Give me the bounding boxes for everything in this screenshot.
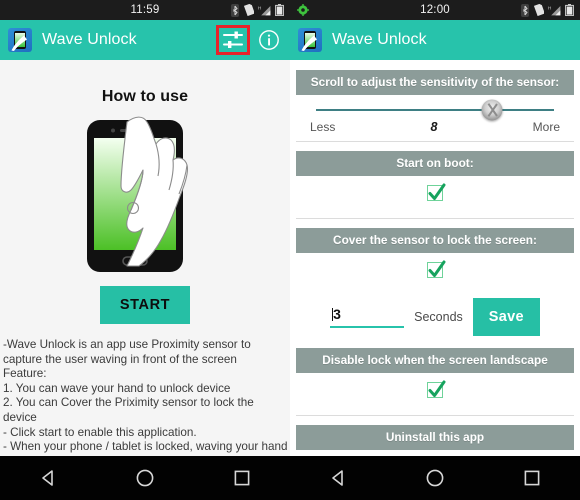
description-line: device bbox=[3, 410, 37, 424]
start-button-wrapper: START bbox=[0, 286, 290, 324]
save-button[interactable]: Save bbox=[472, 298, 540, 336]
recents-button[interactable] bbox=[509, 456, 555, 500]
uninstall-header[interactable]: Uninstall this app bbox=[296, 425, 574, 450]
description-line: - Click start to enable this application… bbox=[3, 425, 197, 439]
home-button[interactable] bbox=[412, 456, 458, 500]
checkmark-icon bbox=[428, 260, 446, 277]
lock-delay-row: 3 Seconds Save bbox=[290, 288, 580, 348]
sensitivity-slider-thumb[interactable] bbox=[481, 99, 503, 121]
tune-sliders-icon[interactable] bbox=[222, 30, 244, 50]
back-triangle-icon[interactable] bbox=[328, 468, 348, 488]
home-circle-icon[interactable] bbox=[425, 468, 445, 488]
start-on-boot-header: Start on boot: bbox=[296, 151, 574, 176]
wave-hand-glyph bbox=[11, 35, 27, 51]
recents-square-icon[interactable] bbox=[232, 468, 252, 488]
sensitivity-slider-row: Less 8 More bbox=[290, 95, 580, 134]
home-circle-icon[interactable] bbox=[135, 468, 155, 488]
description-line: capture the user waving in front of the … bbox=[3, 352, 237, 366]
info-button[interactable] bbox=[254, 25, 284, 55]
back-button[interactable] bbox=[315, 456, 361, 500]
description-line: 1. You can wave your hand to unlock devi… bbox=[3, 381, 231, 395]
cover-to-lock-checkbox[interactable] bbox=[427, 260, 446, 278]
info-circle-icon[interactable] bbox=[258, 29, 280, 51]
left-app-title: Wave Unlock bbox=[42, 31, 137, 48]
settings-content: Scroll to adjust the sensitivity of the … bbox=[290, 60, 580, 456]
description-line: 2. You can Cover the Priximity sensor to… bbox=[3, 396, 254, 410]
disable-landscape-checkbox[interactable] bbox=[427, 380, 446, 398]
start-on-boot-row bbox=[290, 176, 580, 211]
disable-landscape-row bbox=[290, 373, 580, 408]
slider-min-label: Less bbox=[310, 120, 336, 134]
sensitivity-slider-track[interactable] bbox=[316, 99, 554, 121]
right-app-title: Wave Unlock bbox=[332, 31, 427, 48]
recents-square-icon[interactable] bbox=[522, 468, 542, 488]
left-phone-screen: 11:59 H Wave Unlock How to use START -Wa… bbox=[0, 0, 290, 500]
disable-landscape-header: Disable lock when the screen landscape bbox=[296, 348, 574, 373]
cover-to-lock-header: Cover the sensor to lock the screen: bbox=[296, 228, 574, 253]
seconds-input[interactable]: 3 bbox=[330, 306, 405, 328]
status-bar-clock: 11:59 bbox=[130, 4, 160, 16]
right-app-bar: Wave Unlock bbox=[290, 20, 580, 60]
seconds-value: 3 bbox=[333, 306, 341, 322]
checkmark-icon bbox=[428, 380, 446, 397]
wave-unlock-app-icon bbox=[298, 28, 322, 52]
sensitivity-section-header: Scroll to adjust the sensitivity of the … bbox=[296, 70, 574, 95]
left-navigation-bar bbox=[0, 456, 290, 500]
description-line: Feature: bbox=[3, 367, 47, 381]
left-content: How to use START -Wave Unlock is an app … bbox=[0, 60, 290, 456]
divider bbox=[296, 218, 574, 219]
settings-highlight-box bbox=[216, 25, 250, 55]
start-on-boot-checkbox[interactable] bbox=[427, 183, 446, 201]
divider bbox=[296, 415, 574, 416]
right-navigation-bar bbox=[290, 456, 580, 500]
back-triangle-icon[interactable] bbox=[38, 468, 58, 488]
slider-max-label: More bbox=[532, 120, 560, 134]
recents-button[interactable] bbox=[219, 456, 265, 500]
dual-screenshot-container: 11:59 H Wave Unlock How to use START -Wa… bbox=[0, 0, 580, 500]
seconds-unit-label: Seconds bbox=[414, 310, 463, 324]
left-status-bar: 11:59 H bbox=[0, 0, 290, 20]
description-line: - When your phone / tablet is locked, wa… bbox=[3, 440, 288, 454]
left-appbar-actions bbox=[216, 25, 284, 55]
right-phone-screen: 12:00 H Wave Unlock Scroll to adjust the… bbox=[290, 0, 580, 500]
checkmark-icon bbox=[428, 183, 446, 200]
description-line: -Wave Unlock is an app use Proximity sen… bbox=[3, 338, 251, 351]
description-text: -Wave Unlock is an app use Proximity sen… bbox=[0, 338, 290, 455]
cover-to-lock-row bbox=[290, 253, 580, 288]
sensitivity-slider-labels: Less 8 More bbox=[306, 111, 564, 134]
start-button[interactable]: START bbox=[99, 286, 191, 324]
status-bar-clock: 12:00 bbox=[420, 4, 450, 16]
right-status-bar: 12:00 H bbox=[290, 0, 580, 20]
back-button[interactable] bbox=[25, 456, 71, 500]
home-button[interactable] bbox=[122, 456, 168, 500]
slider-value: 8 bbox=[430, 120, 438, 134]
left-app-bar: Wave Unlock bbox=[0, 20, 290, 60]
hand-waving-over-phone-illustration bbox=[0, 114, 290, 276]
page-title: How to use bbox=[101, 88, 189, 105]
divider bbox=[296, 141, 574, 142]
wave-unlock-app-icon bbox=[8, 28, 32, 52]
wave-hand-glyph bbox=[301, 35, 317, 51]
